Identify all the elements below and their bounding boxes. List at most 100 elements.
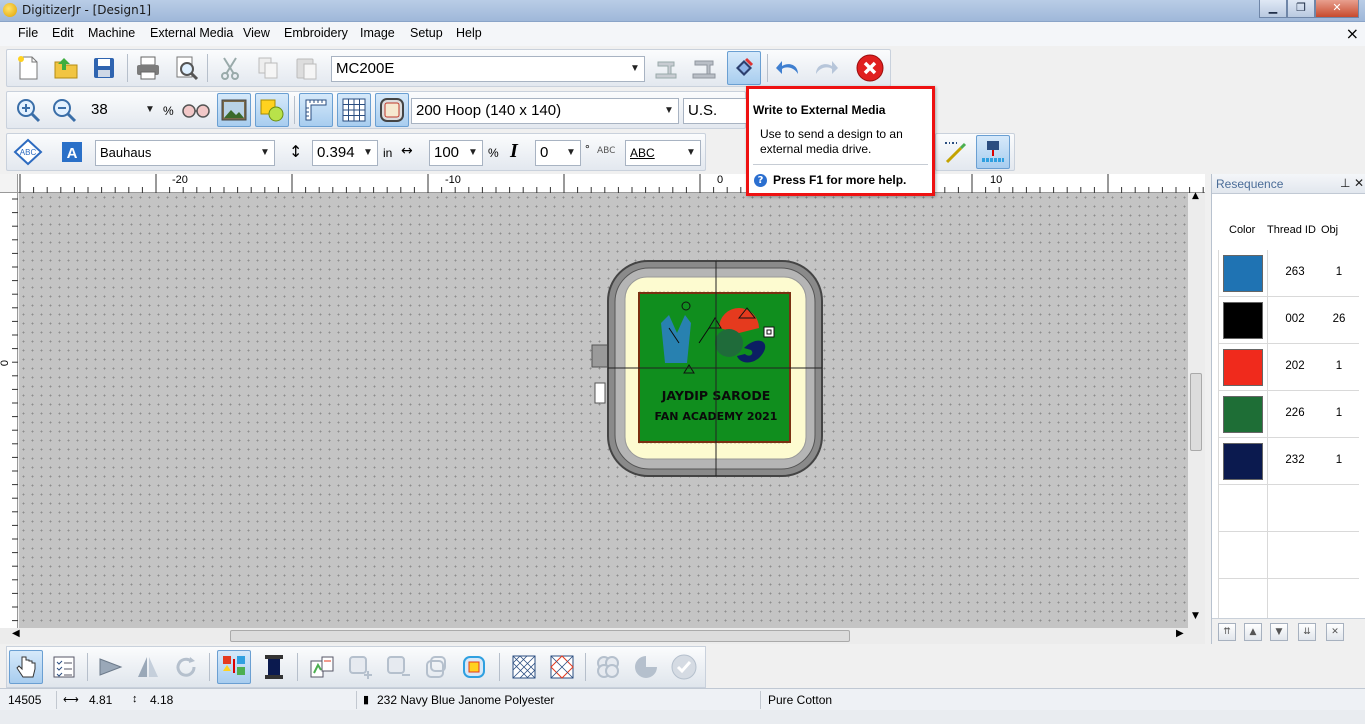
menu-help[interactable]: Help — [456, 26, 482, 40]
units-select[interactable]: U.S. — [683, 98, 747, 124]
save-button[interactable] — [87, 51, 121, 85]
redo-button[interactable] — [809, 51, 843, 85]
menu-embroidery[interactable]: Embroidery — [284, 26, 348, 40]
new-button[interactable] — [11, 51, 45, 85]
font-select[interactable]: Bauhaus ▼ — [95, 140, 275, 166]
status-bar: 14505 ⟷ 4.81 ↕ 4.18 ▮ 232 Navy Blue Jano… — [0, 688, 1365, 710]
close-icon[interactable]: ✕ — [1354, 176, 1364, 190]
mdi-close-icon[interactable]: × — [1346, 24, 1359, 43]
menu-edit[interactable]: Edit — [52, 26, 74, 40]
print-button[interactable] — [131, 51, 165, 85]
menu-image[interactable]: Image — [360, 26, 395, 40]
auto-digitize-button[interactable] — [305, 650, 339, 684]
flip-vertical-button[interactable] — [131, 650, 165, 684]
move-to-bottom-button[interactable]: ⇊ — [1298, 623, 1316, 641]
color-swatch[interactable] — [1223, 255, 1263, 292]
design-canvas[interactable]: JAYDIP SARODE FAN ACADEMY 2021 — [19, 193, 1188, 628]
color-swatch[interactable] — [1223, 349, 1263, 386]
menu-external-media[interactable]: External Media — [150, 26, 233, 40]
remove-shape-button[interactable] — [381, 650, 415, 684]
accept-button[interactable] — [667, 650, 701, 684]
grid-button[interactable] — [337, 93, 371, 127]
move-down-button[interactable]: ▼ — [1270, 623, 1288, 641]
object-list-button[interactable] — [47, 650, 81, 684]
text-effect-select[interactable]: ABC ▼ — [625, 140, 701, 166]
select-tool-button[interactable] — [9, 650, 43, 684]
tooltip-body: Use to send a design to an external medi… — [760, 127, 903, 156]
show-image-button[interactable] — [217, 93, 251, 127]
maximize-button[interactable]: ❐ — [1287, 0, 1315, 18]
cut-button[interactable] — [213, 51, 247, 85]
hoop-select[interactable]: 200 Hoop (140 x 140) ▼ — [411, 98, 679, 124]
color-swatch[interactable] — [1223, 302, 1263, 339]
menu-file[interactable]: File — [18, 26, 38, 40]
object-count: 1 — [1335, 266, 1343, 278]
applique-button[interactable] — [457, 650, 491, 684]
zoom-in-button[interactable] — [11, 93, 45, 127]
pin-icon[interactable]: ⊥ — [1340, 176, 1350, 190]
resequence-row[interactable]: 232 1 — [1218, 438, 1359, 485]
vertical-scroll-thumb[interactable] — [1190, 373, 1202, 451]
view-glasses-button[interactable] — [179, 93, 213, 127]
menu-view[interactable]: View — [243, 26, 270, 40]
text-width-value: 100 — [434, 144, 460, 161]
thread-color-button[interactable] — [257, 650, 291, 684]
machine-settings-button[interactable] — [649, 51, 683, 85]
close-window-button[interactable]: ✕ — [1315, 0, 1359, 18]
pie-shape-button[interactable] — [629, 650, 663, 684]
design-height: 4.18 — [150, 693, 174, 707]
flip-horizontal-button[interactable] — [93, 650, 127, 684]
stitch-player-button[interactable] — [976, 135, 1010, 169]
minimize-button[interactable]: ▁ — [1259, 0, 1287, 18]
paste-button[interactable] — [289, 51, 323, 85]
resequence-row[interactable]: 002 26 — [1218, 297, 1359, 344]
open-button[interactable] — [49, 51, 83, 85]
text-width-input[interactable]: 100 ▼ — [429, 140, 483, 166]
color-sort-button[interactable] — [217, 650, 251, 684]
group-button[interactable] — [591, 650, 625, 684]
add-shape-button[interactable] — [343, 650, 377, 684]
lettering-button[interactable]: A — [57, 135, 91, 169]
horizontal-scrollbar[interactable]: ◀ ▶ — [0, 628, 1205, 644]
move-to-top-button[interactable]: ⇈ — [1218, 623, 1236, 641]
write-external-media-button[interactable] — [727, 51, 761, 85]
stop-button[interactable] — [853, 51, 887, 85]
text-height-input[interactable]: 0.394 ▼ — [312, 140, 378, 166]
monogram-button[interactable]: ABC — [11, 135, 45, 169]
slant-input[interactable]: 0 ▼ — [535, 140, 581, 166]
scroll-down-icon[interactable]: ▼ — [1192, 611, 1199, 621]
scroll-up-icon[interactable]: ▲ — [1192, 191, 1199, 201]
text-effect-value: ABC — [630, 146, 655, 160]
resequence-row[interactable]: 263 1 — [1218, 250, 1359, 297]
undo-button[interactable] — [771, 51, 805, 85]
text-height-value: 0.394 — [317, 144, 355, 161]
outline-button[interactable] — [419, 650, 453, 684]
machine-select[interactable]: MC200E ▼ — [331, 56, 645, 82]
vertical-scrollbar[interactable]: ▲ ▼ — [1188, 191, 1205, 628]
zoom-select[interactable]: 38 ▼ — [87, 98, 159, 124]
fill-pattern-color-button[interactable] — [545, 650, 579, 684]
fill-pattern-button[interactable] — [507, 650, 541, 684]
text-spacing-icon[interactable]: ABC — [597, 146, 615, 156]
show-shapes-button[interactable] — [255, 93, 289, 127]
stitch-edit-button[interactable] — [938, 135, 972, 169]
scroll-left-icon[interactable]: ◀ — [12, 628, 20, 639]
color-swatch[interactable] — [1223, 443, 1263, 480]
menu-setup[interactable]: Setup — [410, 26, 443, 40]
menu-machine[interactable]: Machine — [88, 26, 135, 40]
copy-button[interactable] — [251, 51, 285, 85]
resequence-row[interactable]: 202 1 — [1218, 344, 1359, 391]
rotate-button[interactable] — [169, 650, 203, 684]
zoom-out-button[interactable] — [47, 93, 81, 127]
rulers-button[interactable] — [299, 93, 333, 127]
design-handle[interactable] — [763, 326, 775, 338]
move-up-button[interactable]: ▲ — [1244, 623, 1262, 641]
scroll-right-icon[interactable]: ▶ — [1176, 628, 1184, 639]
hoop-display-button[interactable] — [375, 93, 409, 127]
delete-object-button[interactable]: ✕ — [1326, 623, 1344, 641]
horizontal-scroll-thumb[interactable] — [230, 630, 850, 642]
resequence-row[interactable]: 226 1 — [1218, 391, 1359, 438]
print-preview-button[interactable] — [169, 51, 203, 85]
send-to-machine-button[interactable] — [687, 51, 721, 85]
color-swatch[interactable] — [1223, 396, 1263, 433]
